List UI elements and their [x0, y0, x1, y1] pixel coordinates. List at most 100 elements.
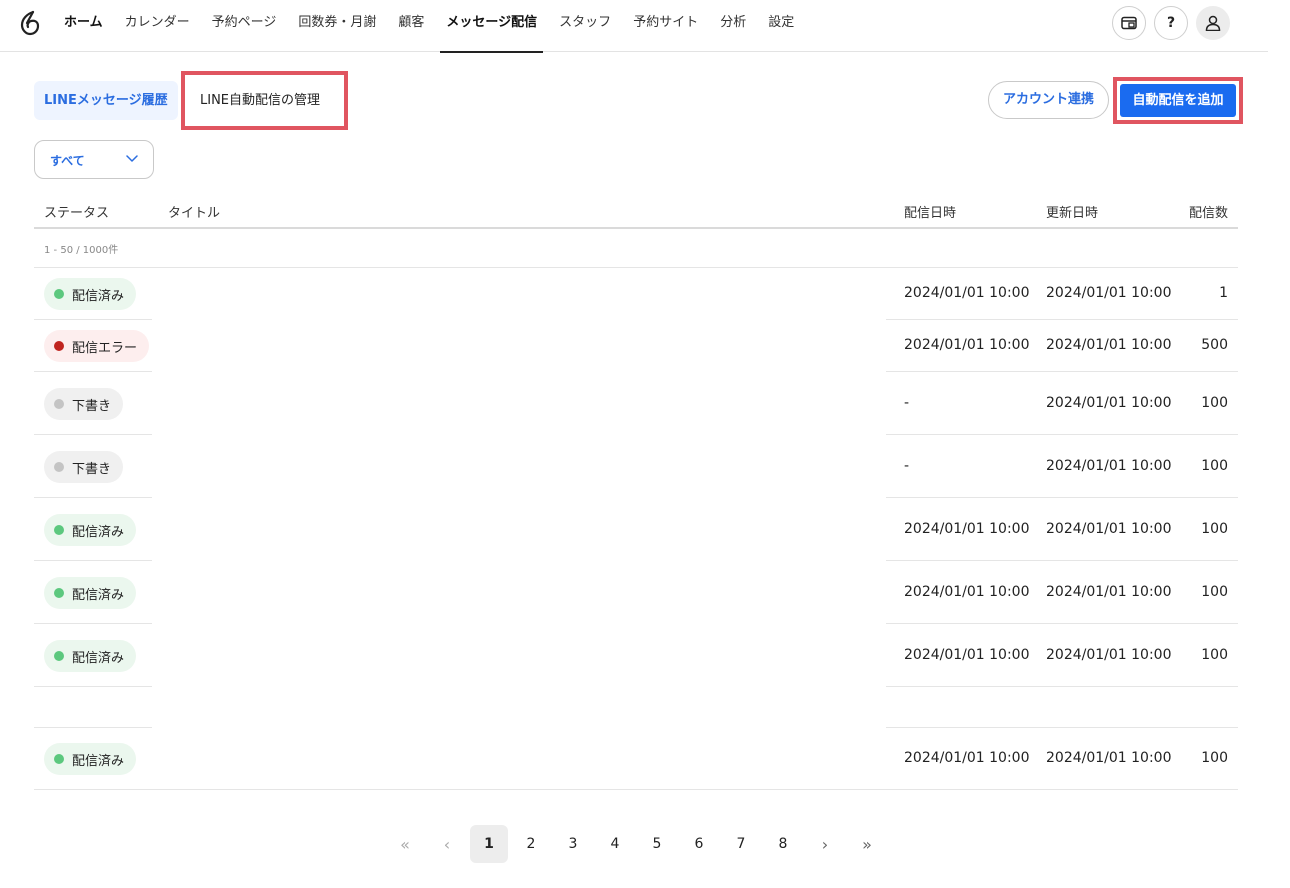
table-row[interactable]: 配信済み 2024/01/01 10:00 2024/01/01 10:00 100: [34, 498, 1238, 561]
updated-at-cell: 2024/01/01 10:00: [1046, 395, 1172, 411]
column-header-updated-at[interactable]: 更新日時: [1046, 202, 1098, 221]
updated-at-cell: 2024/01/01 10:00: [1046, 750, 1172, 766]
add-auto-delivery-button[interactable]: 自動配信を追加: [1120, 84, 1236, 117]
next-page-icon[interactable]: ›: [806, 825, 844, 863]
page-button[interactable]: 5: [638, 825, 676, 863]
main-nav: ホーム カレンダー 予約ページ 回数券・月謝 顧客 メッセージ配信 スタッフ 予…: [64, 0, 816, 53]
table-row[interactable]: 配信済み 2024/01/01 10:00 2024/01/01 10:00 1: [34, 268, 1238, 320]
page-button[interactable]: 7: [722, 825, 760, 863]
table-row[interactable]: 配信済み 2024/01/01 10:00 2024/01/01 10:00 100: [34, 624, 1238, 687]
nav-item-home[interactable]: ホーム: [64, 0, 103, 52]
status-label: 配信済み: [72, 753, 125, 769]
last-page-icon[interactable]: »: [848, 825, 886, 863]
account-button[interactable]: [1196, 6, 1230, 40]
count-cell: 100: [1201, 395, 1228, 411]
status-badge: 配信エラー: [44, 330, 150, 362]
table-row[interactable]: 配信エラー 2024/01/01 10:00 2024/01/01 10:00 500: [34, 320, 1238, 372]
status-badge: 配信済み: [44, 278, 137, 310]
page-button[interactable]: 6: [680, 825, 718, 863]
page-button[interactable]: 8: [764, 825, 802, 863]
sent-at-cell: -: [904, 458, 910, 474]
status-badge: 配信済み: [44, 743, 137, 775]
prev-page-icon[interactable]: ‹: [428, 825, 466, 863]
tab-line-message-history[interactable]: LINEメッセージ履歴: [34, 81, 178, 120]
sent-at-cell: 2024/01/01 10:00: [904, 647, 1030, 663]
nav-item-booking-site[interactable]: 予約サイト: [633, 0, 698, 52]
table-row[interactable]: 下書き - 2024/01/01 10:00 100: [34, 435, 1238, 498]
updated-at-cell: 2024/01/01 10:00: [1046, 647, 1172, 663]
window-icon: [1121, 16, 1137, 30]
count-cell: 100: [1201, 521, 1228, 537]
nav-item-calendar[interactable]: カレンダー: [125, 0, 190, 52]
page-button[interactable]: 2: [512, 825, 550, 863]
nav-item-staff[interactable]: スタッフ: [559, 0, 611, 52]
nav-item-booking-page[interactable]: 予約ページ: [212, 0, 277, 52]
updated-at-cell: 2024/01/01 10:00: [1046, 458, 1172, 474]
divider: [34, 727, 152, 728]
help-button[interactable]: ?: [1154, 6, 1188, 40]
nav-item-tickets[interactable]: 回数券・月謝: [298, 0, 376, 52]
status-dot-icon: [54, 399, 64, 409]
help-icon: ?: [1166, 15, 1176, 31]
count-cell: 1: [1219, 285, 1228, 301]
updated-at-cell: 2024/01/01 10:00: [1046, 584, 1172, 600]
status-badge: 配信済み: [44, 640, 137, 672]
status-dot-icon: [54, 588, 64, 598]
table-row[interactable]: 下書き - 2024/01/01 10:00 100: [34, 372, 1238, 435]
nav-item-customers[interactable]: 顧客: [398, 0, 424, 52]
column-header-status[interactable]: ステータス: [44, 202, 109, 221]
nav-right-actions: ?: [1112, 6, 1230, 40]
tab-line-auto-delivery[interactable]: LINE自動配信の管理: [181, 71, 348, 130]
updated-at-cell: 2024/01/01 10:00: [1046, 521, 1172, 537]
table-row[interactable]: 配信済み 2024/01/01 10:00 2024/01/01 10:00 100: [34, 561, 1238, 624]
first-page-icon[interactable]: «: [386, 825, 424, 863]
nav-item-messages[interactable]: メッセージ配信: [440, 0, 543, 53]
column-header-sent-at[interactable]: 配信日時: [904, 202, 956, 221]
table-row: [34, 687, 1238, 728]
pagination: « ‹ 1 2 3 4 5 6 7 8 › »: [386, 825, 890, 863]
table-header: ステータス タイトル 配信日時 更新日時 配信数: [34, 193, 1238, 229]
sent-at-cell: 2024/01/01 10:00: [904, 521, 1030, 537]
status-label: 配信済み: [72, 587, 125, 603]
count-cell: 100: [1201, 458, 1228, 474]
status-dot-icon: [54, 289, 64, 299]
sent-at-cell: 2024/01/01 10:00: [904, 285, 1030, 301]
add-auto-delivery-highlight: 自動配信を追加: [1113, 77, 1243, 124]
count-cell: 500: [1201, 337, 1228, 353]
sent-at-cell: 2024/01/01 10:00: [904, 750, 1030, 766]
sent-at-cell: -: [904, 395, 910, 411]
result-count: 1 - 50 / 1000件: [44, 245, 119, 256]
status-dot-icon: [54, 462, 64, 472]
status-badge: 配信済み: [44, 577, 137, 609]
divider: [886, 727, 1238, 728]
app-logo-icon[interactable]: [18, 10, 42, 36]
nav-item-settings[interactable]: 設定: [768, 0, 794, 52]
count-cell: 100: [1201, 647, 1228, 663]
column-header-title[interactable]: タイトル: [168, 202, 220, 221]
chevron-down-icon: [126, 155, 138, 162]
window-button[interactable]: [1112, 6, 1146, 40]
status-filter-select[interactable]: すべて: [34, 140, 154, 179]
count-cell: 100: [1201, 750, 1228, 766]
status-dot-icon: [54, 754, 64, 764]
status-label: 配信済み: [72, 288, 125, 304]
updated-at-cell: 2024/01/01 10:00: [1046, 285, 1172, 301]
account-link-button[interactable]: アカウント連携: [988, 81, 1109, 119]
status-badge: 下書き: [44, 451, 124, 483]
page-button[interactable]: 3: [554, 825, 592, 863]
status-badge: 下書き: [44, 388, 124, 420]
divider: [34, 789, 1238, 790]
status-dot-icon: [54, 525, 64, 535]
nav-item-analytics[interactable]: 分析: [720, 0, 746, 52]
status-label: 配信エラー: [72, 340, 138, 356]
status-label: 配信済み: [72, 650, 125, 666]
status-label: 下書き: [72, 398, 112, 414]
updated-at-cell: 2024/01/01 10:00: [1046, 337, 1172, 353]
page-button[interactable]: 4: [596, 825, 634, 863]
column-header-count[interactable]: 配信数: [1189, 202, 1228, 221]
status-label: 下書き: [72, 461, 112, 477]
status-dot-icon: [54, 651, 64, 661]
table-row[interactable]: 配信済み 2024/01/01 10:00 2024/01/01 10:00 100: [34, 728, 1238, 789]
page-button[interactable]: 1: [470, 825, 508, 863]
top-nav: ホーム カレンダー 予約ページ 回数券・月謝 顧客 メッセージ配信 スタッフ 予…: [0, 0, 1268, 53]
